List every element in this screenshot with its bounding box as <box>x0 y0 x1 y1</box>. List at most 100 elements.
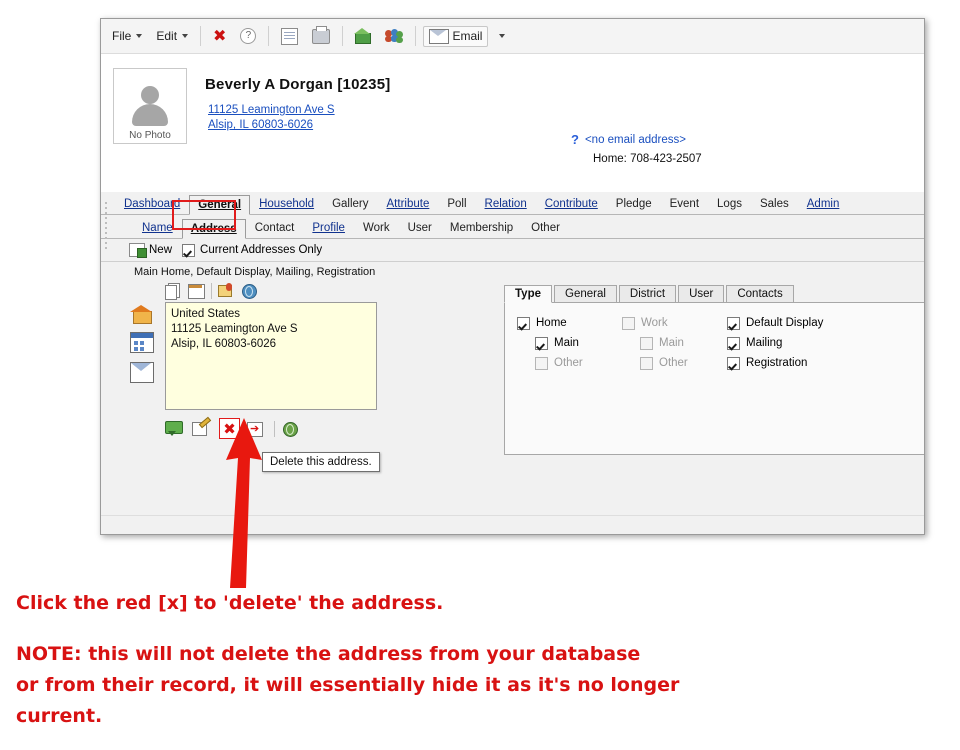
help-icon: ? <box>240 28 257 44</box>
tab-logs[interactable]: Logs <box>708 194 751 214</box>
address-display-row: United States 11125 Leamington Ave S Als… <box>127 302 497 410</box>
checkbox-work-other-label: Other <box>659 357 688 369</box>
checkbox-home-other[interactable]: Other <box>517 353 622 373</box>
menu-file[interactable]: File <box>107 27 147 45</box>
checkbox-icon <box>727 356 740 370</box>
subtab-contact[interactable]: Contact <box>246 218 304 238</box>
tab-pledge[interactable]: Pledge <box>607 194 661 214</box>
caption-block: Click the red [x] to 'delete' the addres… <box>16 588 946 732</box>
tab-gallery[interactable]: Gallery <box>323 194 377 214</box>
menu-file-label: File <box>112 29 132 43</box>
caption-note-line-1: NOTE: this will not delete the address f… <box>16 643 641 665</box>
address-link-line1[interactable]: 11125 Leamington Ave S <box>208 103 390 118</box>
address-type-tabs: Type General District User Contacts <box>504 282 924 303</box>
checkbox-icon <box>535 336 548 350</box>
panel-tab-district[interactable]: District <box>618 285 677 302</box>
checkbox-registration-label: Registration <box>746 357 808 369</box>
panel-tab-user[interactable]: User <box>678 285 725 302</box>
email-button[interactable]: Email <box>423 25 489 47</box>
checkbox-work-other[interactable]: Other <box>622 353 727 373</box>
subtab-other[interactable]: Other <box>522 218 569 238</box>
checkbox-home-main[interactable]: Main <box>517 333 622 353</box>
panel-tab-type[interactable]: Type <box>504 285 552 303</box>
checkbox-mailing[interactable]: Mailing <box>727 333 887 353</box>
window-button[interactable] <box>276 26 303 47</box>
address-left-column: United States 11125 Leamington Ave S Als… <box>127 280 497 439</box>
type-column-flags: Default Display Mailing Registration <box>727 313 887 454</box>
print-button[interactable] <box>307 25 335 46</box>
subtab-membership[interactable]: Membership <box>441 218 522 238</box>
address-type-panel: Type General District User Contacts Home… <box>504 282 924 455</box>
person-header: No Photo Beverly A Dorgan [10235] 11125 … <box>101 54 924 192</box>
checkbox-default-display[interactable]: Default Display <box>727 313 887 333</box>
delete-record-button[interactable]: ✖ <box>208 26 231 46</box>
contact-block: ? <no email address> Home: 708-423-2507 <box>571 132 702 165</box>
email-dropdown-button[interactable] <box>492 32 510 40</box>
delete-x-icon: ✖ <box>213 26 227 45</box>
checkbox-home[interactable]: Home <box>517 313 622 333</box>
subtab-profile[interactable]: Profile <box>303 218 354 238</box>
copy-icon[interactable] <box>165 283 182 300</box>
home-button[interactable] <box>350 27 376 45</box>
tab-attribute[interactable]: Attribute <box>378 194 439 214</box>
help-button[interactable]: ? <box>235 26 261 46</box>
comment-icon[interactable] <box>165 420 185 438</box>
address-type-icons <box>127 302 157 410</box>
checkbox-home-label: Home <box>536 317 567 329</box>
address-text-line3: Alsip, IL 60803-6026 <box>171 338 277 350</box>
subtab-user[interactable]: User <box>399 218 441 238</box>
toolbar-divider <box>342 26 344 46</box>
caption-note-line-3: current. <box>16 705 103 727</box>
menu-edit-label: Edit <box>156 29 178 43</box>
checkbox-default-display-label: Default Display <box>746 317 824 329</box>
panel-tab-general[interactable]: General <box>554 285 617 302</box>
tab-sales[interactable]: Sales <box>751 194 798 214</box>
address-type-panel-body: Home Main Other Work Main Other Default … <box>504 302 924 455</box>
tab-household[interactable]: Household <box>250 194 323 214</box>
globe-icon[interactable] <box>241 283 258 299</box>
type-column-work: Work Main Other <box>622 313 727 454</box>
checkbox-icon <box>640 356 653 370</box>
new-address-button[interactable]: New <box>129 243 173 258</box>
tab-contribute[interactable]: Contribute <box>536 194 607 214</box>
people-icon <box>385 29 404 43</box>
house-icon[interactable] <box>130 304 153 324</box>
toolbar-divider <box>268 26 270 46</box>
envelope-icon[interactable] <box>130 362 154 383</box>
current-addresses-only-checkbox[interactable]: Current Addresses Only <box>182 243 322 257</box>
checkbox-home-main-label: Main <box>554 337 579 349</box>
address-group-label: Main Home, Default Display, Mailing, Reg… <box>131 266 379 278</box>
window-icon <box>281 27 299 45</box>
checkbox-work-label: Work <box>641 317 668 329</box>
avatar: No Photo <box>113 68 187 144</box>
checkbox-icon <box>727 336 740 350</box>
new-address-label: New <box>149 244 173 256</box>
print-icon <box>312 25 331 44</box>
checkbox-mailing-label: Mailing <box>746 337 783 349</box>
checkbox-icon <box>517 316 530 330</box>
checkbox-work-main[interactable]: Main <box>622 333 727 353</box>
checkbox-work[interactable]: Work <box>622 313 727 333</box>
address-mini-toolbar <box>127 280 497 302</box>
address-textbox[interactable]: United States 11125 Leamington Ave S Als… <box>165 302 377 410</box>
checkbox-home-other-label: Other <box>554 357 583 369</box>
person-address-links: 11125 Leamington Ave S Alsip, IL 60803-6… <box>205 103 390 133</box>
subtab-work[interactable]: Work <box>354 218 399 238</box>
new-icon <box>129 243 147 258</box>
chevron-down-icon <box>499 34 506 38</box>
people-button[interactable] <box>380 27 408 45</box>
home-phone: Home: 708-423-2507 <box>593 153 702 165</box>
checkbox-registration[interactable]: Registration <box>727 353 887 373</box>
menu-edit[interactable]: Edit <box>151 27 193 45</box>
tab-poll[interactable]: Poll <box>438 194 475 214</box>
email-status[interactable]: <no email address> <box>585 134 686 146</box>
grid-icon[interactable] <box>188 283 205 299</box>
address-link-line2[interactable]: Alsip, IL 60803-6026 <box>208 118 390 133</box>
tab-event[interactable]: Event <box>661 194 708 214</box>
panel-tab-contacts[interactable]: Contacts <box>726 285 794 302</box>
calendar-icon[interactable] <box>130 332 154 353</box>
map-pin-icon[interactable] <box>218 283 235 299</box>
tab-relation[interactable]: Relation <box>476 194 536 214</box>
toolbar-divider <box>415 26 417 46</box>
tab-admin[interactable]: Admin <box>798 194 849 214</box>
